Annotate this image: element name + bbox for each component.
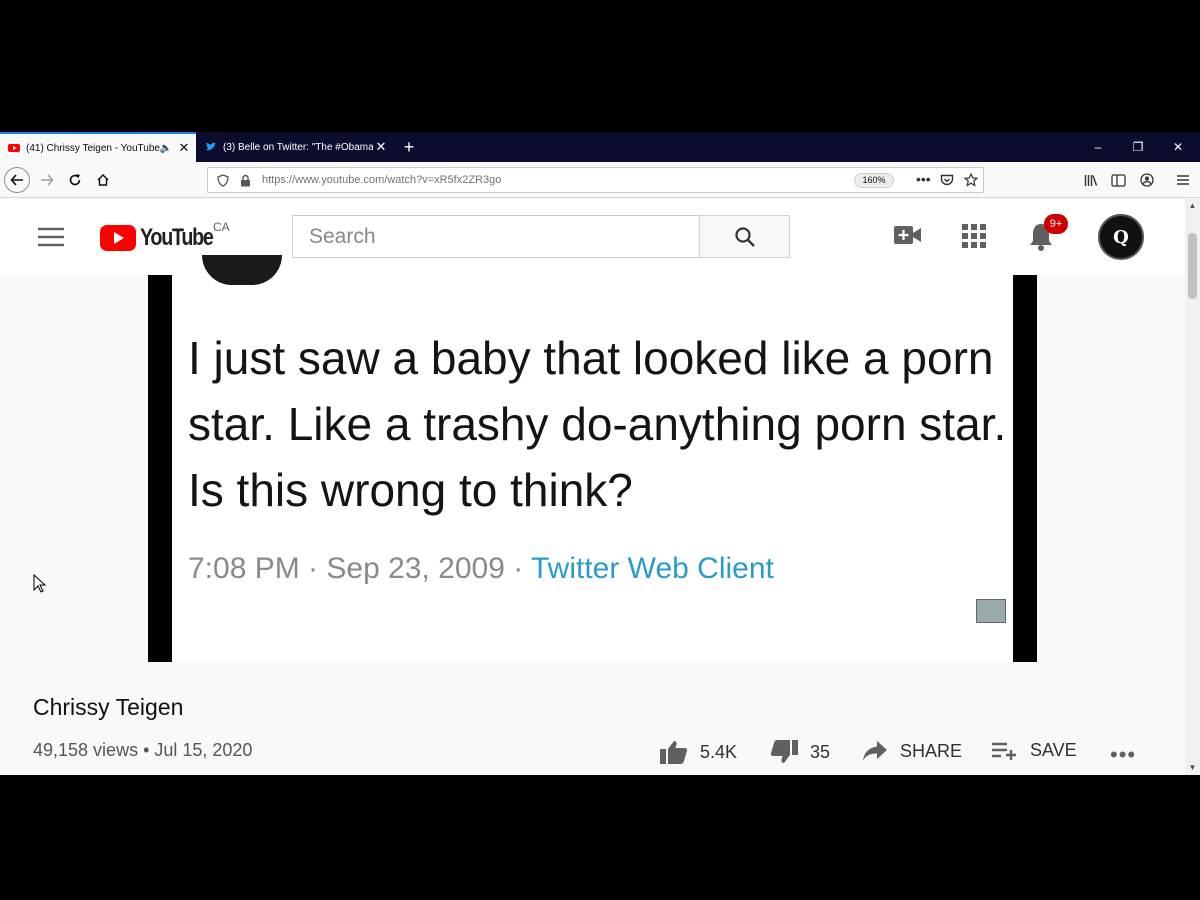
create-video-icon[interactable]: [894, 225, 922, 245]
search-button[interactable]: [699, 215, 790, 258]
thumbs-up-icon: [660, 741, 688, 764]
navigation-toolbar: https://www.youtube.com/watch?v=xR5fx2ZR…: [0, 162, 1200, 198]
tab-twitter[interactable]: (3) Belle on Twitter: "The #Obama ✕: [197, 132, 393, 162]
share-button[interactable]: SHARE: [862, 740, 962, 762]
add-to-playlist-icon: [992, 742, 1016, 760]
minimize-button[interactable]: –: [1078, 132, 1118, 162]
tab-title: (3) Belle on Twitter: "The #Obama: [223, 141, 373, 153]
like-button[interactable]: 5.4K: [660, 740, 737, 764]
page-actions-icon[interactable]: •••: [916, 171, 931, 187]
url-text[interactable]: https://www.youtube.com/watch?v=xR5fx2ZR…: [262, 174, 501, 186]
new-tab-button[interactable]: +: [398, 136, 420, 158]
library-icon[interactable]: [1084, 174, 1098, 187]
reload-icon: [69, 174, 81, 186]
tab-youtube[interactable]: (41) Chrissy Teigen - YouTube 🔈 ✕: [0, 132, 196, 162]
save-button[interactable]: SAVE: [992, 740, 1077, 761]
restore-button[interactable]: ❐: [1118, 132, 1158, 162]
shield-icon[interactable]: [217, 174, 229, 187]
youtube-play-logo-icon: [100, 225, 136, 251]
scroll-down-arrow-icon[interactable]: ▼: [1185, 763, 1200, 775]
tweet-time: 7:08 PM · Sep 23, 2009 ·: [188, 552, 531, 585]
hamburger-menu-icon[interactable]: [1176, 174, 1190, 186]
more-actions-icon[interactable]: •••: [1110, 742, 1136, 768]
browser-window: (41) Chrissy Teigen - YouTube 🔈 ✕ (3) Be…: [0, 132, 1200, 775]
tweet-text: I just saw a baby that looked like a por…: [188, 332, 1007, 516]
thumbs-down-icon: [770, 740, 798, 763]
save-label: SAVE: [1030, 740, 1077, 760]
youtube-logo[interactable]: YouTube: [100, 223, 229, 253]
tweet-meta: 7:08 PM · Sep 23, 2009 · Twitter Web Cli…: [188, 552, 774, 586]
close-tab-icon[interactable]: ✕: [176, 140, 192, 156]
video-views-date: 49,158 views • Jul 15, 2020: [33, 740, 253, 760]
youtube-header: YouTube CA Search 9+ Q: [0, 199, 1185, 275]
tab-title: (41) Chrissy Teigen - YouTube: [26, 142, 160, 154]
notification-count-badge: 9+: [1044, 214, 1068, 234]
youtube-favicon-icon: [8, 144, 20, 152]
mouse-cursor-icon: [33, 574, 47, 593]
account-avatar[interactable]: Q: [1098, 214, 1144, 260]
close-tab-icon[interactable]: ✕: [373, 139, 389, 155]
country-code: CA: [213, 220, 230, 234]
video-title: Chrissy Teigen: [33, 694, 184, 720]
lock-icon[interactable]: [240, 174, 251, 187]
logo-text: YouTube: [140, 224, 214, 251]
scrollbar-thumb[interactable]: [1188, 233, 1197, 299]
dislike-count: 35: [810, 741, 831, 762]
channel-watermark[interactable]: [976, 599, 1006, 623]
home-icon: [97, 174, 109, 186]
tweet-source: Twitter Web Client: [531, 552, 774, 585]
tab-strip: (41) Chrissy Teigen - YouTube 🔈 ✕ (3) Be…: [0, 132, 1200, 162]
zoom-indicator[interactable]: 160%: [854, 173, 894, 188]
dislike-button[interactable]: 35: [770, 740, 830, 764]
video-player[interactable]: I just saw a baby that looked like a por…: [148, 255, 1037, 662]
scroll-up-arrow-icon[interactable]: ▲: [1185, 201, 1200, 213]
search-input[interactable]: Search: [292, 215, 700, 258]
guide-menu-icon[interactable]: [38, 227, 64, 247]
apps-grid-icon[interactable]: [962, 224, 986, 248]
forward-button[interactable]: [34, 167, 60, 193]
share-arrow-icon: [863, 741, 887, 761]
back-arrow-icon: [10, 174, 23, 186]
sidebar-icon[interactable]: [1111, 174, 1126, 187]
home-button[interactable]: [90, 167, 116, 193]
twitter-favicon-icon: [206, 142, 217, 151]
search-icon: [734, 226, 755, 247]
pocket-icon[interactable]: [940, 174, 954, 187]
account-icon[interactable]: [1140, 173, 1154, 187]
like-count: 5.4K: [700, 741, 738, 762]
reload-button[interactable]: [62, 167, 88, 193]
url-bar[interactable]: https://www.youtube.com/watch?v=xR5fx2ZR…: [207, 167, 984, 193]
tweet-avatar: [202, 255, 282, 285]
tweet-screenshot: I just saw a baby that looked like a por…: [172, 255, 1013, 662]
bookmark-star-icon[interactable]: [964, 173, 978, 187]
forward-arrow-icon: [41, 174, 54, 186]
share-label: SHARE: [900, 740, 963, 761]
back-button[interactable]: [4, 167, 30, 193]
page-scrollbar[interactable]: ▲ ▼: [1185, 199, 1200, 775]
close-window-button[interactable]: ✕: [1158, 132, 1198, 162]
speaker-icon[interactable]: 🔈: [160, 143, 172, 154]
